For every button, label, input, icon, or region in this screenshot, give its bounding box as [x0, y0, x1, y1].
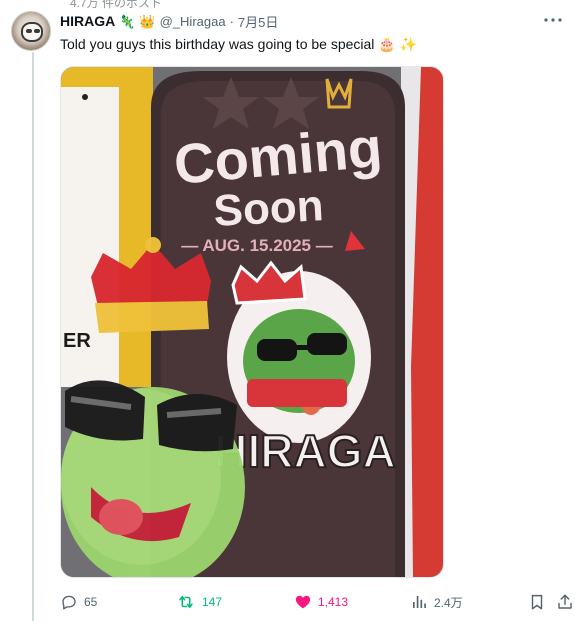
post-media[interactable]: ER Coming Soon — AUG. 15.2025 — HIRAGA: [60, 66, 444, 578]
bookmark-button[interactable]: [528, 590, 546, 614]
post-date[interactable]: 7月5日: [238, 12, 278, 31]
more-dots-icon[interactable]: [543, 10, 563, 30]
reply-bubble-icon: [62, 595, 76, 610]
repost-arrows-icon: [179, 596, 193, 608]
reply-button[interactable]: 65: [60, 590, 97, 614]
sign-line2: Soon: [212, 181, 324, 236]
author-handle[interactable]: @_Hiragaa: [160, 14, 226, 29]
separator-dot: ·: [229, 13, 234, 29]
like-count: 1,413: [318, 595, 349, 609]
sign-date: — AUG. 15.2025 —: [181, 236, 333, 255]
action-bar: 65 147 1,413 2.4万: [60, 590, 575, 614]
share-upload-icon: [558, 594, 572, 609]
avatar[interactable]: [11, 11, 51, 51]
gecko-badge-icon: 🦎: [119, 13, 136, 29]
reply-count: 65: [84, 595, 98, 609]
analytics-bars-icon: [413, 596, 426, 608]
repost-count: 147: [202, 595, 223, 609]
avatar-eye: [26, 29, 32, 33]
author-name[interactable]: HIRAGA: [60, 13, 115, 29]
heart-filled-icon: [295, 595, 311, 609]
tweet-text: Told you guys this birthday was going to…: [60, 36, 418, 52]
like-button[interactable]: 1,413: [294, 590, 348, 614]
avatar-eye: [34, 29, 40, 33]
thread-line: [32, 52, 34, 621]
repost-button[interactable]: 147: [176, 590, 222, 614]
repost-hint: 4.7万 件のポスト: [70, 0, 163, 10]
views-button[interactable]: 2.4万: [410, 590, 463, 614]
share-button[interactable]: [556, 590, 574, 614]
views-count: 2.4万: [434, 595, 463, 610]
bookmark-icon: [531, 594, 543, 610]
photo: ER Coming Soon — AUG. 15.2025 — HIRAGA: [61, 67, 443, 577]
post-header: HIRAGA 🦎 👑 @_Hiragaa · 7月5日: [60, 12, 278, 30]
side-letters: ER: [63, 330, 91, 352]
crown-badge-icon: 👑: [139, 13, 156, 29]
